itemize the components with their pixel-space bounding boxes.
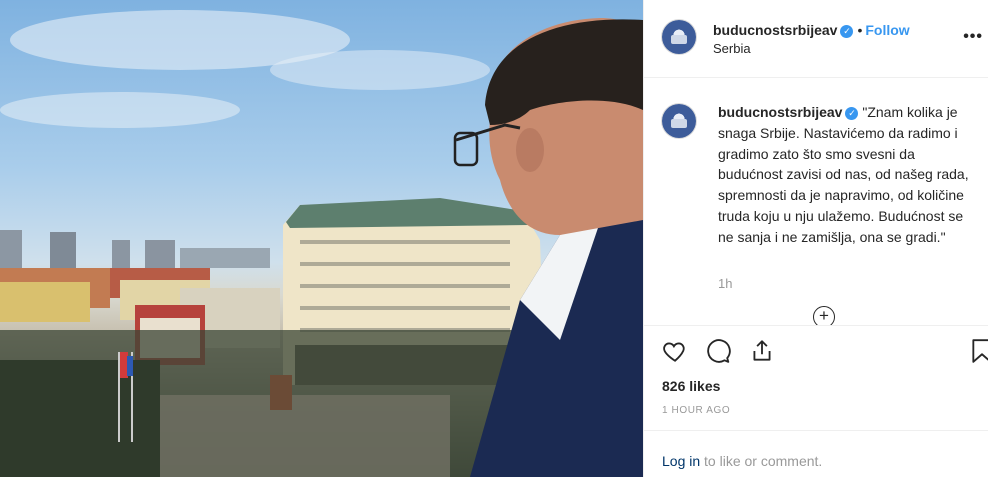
login-prompt: Log in to like or comment. [662, 453, 822, 469]
heart-icon[interactable] [662, 338, 688, 369]
likes-count[interactable]: 826 likes [662, 378, 720, 394]
avatar[interactable] [662, 20, 696, 54]
caption-avatar[interactable] [662, 104, 696, 138]
load-more-comments-icon[interactable]: + [813, 306, 835, 325]
share-icon[interactable] [749, 338, 775, 369]
login-link[interactable]: Log in [662, 453, 700, 469]
instagram-post: buducnostsrbijeav ✓ • Follow Serbia ••• bud… [0, 0, 988, 477]
caption: buducnostsrbijeav ✓ "Znam kolika je snaga… [718, 102, 980, 248]
header-user-line: buducnostsrbijeav ✓ • Follow [713, 22, 910, 40]
photo-scene [0, 10, 643, 477]
follow-button[interactable]: Follow [865, 22, 909, 38]
comment-icon[interactable] [705, 338, 731, 369]
post-panel: buducnostsrbijeav ✓ • Follow Serbia ••• bud… [643, 0, 988, 477]
caption-text: "Znam kolika je snaga Srbije. Nastavićem… [718, 104, 969, 245]
separator-dot: • [857, 22, 863, 38]
more-options-icon[interactable]: ••• [963, 28, 983, 46]
login-footer: Log in to like or comment. [644, 430, 988, 477]
verified-badge-icon: ✓ [840, 25, 854, 38]
username-link[interactable]: buducnostsrbijeav [713, 22, 837, 38]
location-link[interactable]: Serbia [713, 41, 751, 56]
post-photo[interactable] [0, 0, 643, 477]
bookmark-icon[interactable] [969, 338, 988, 369]
login-prompt-text: to like or comment. [704, 453, 823, 469]
action-bar [644, 325, 988, 375]
post-timestamp[interactable]: 1 HOUR AGO [662, 405, 730, 416]
post-header: buducnostsrbijeav ✓ • Follow Serbia ••• [644, 0, 988, 78]
verified-badge-icon: ✓ [845, 107, 859, 120]
caption-username-link[interactable]: buducnostsrbijeav [718, 104, 842, 120]
caption-time: 1h [718, 276, 733, 291]
comments-section[interactable]: buducnostsrbijeav ✓ "Znam kolika je snaga… [644, 78, 988, 325]
